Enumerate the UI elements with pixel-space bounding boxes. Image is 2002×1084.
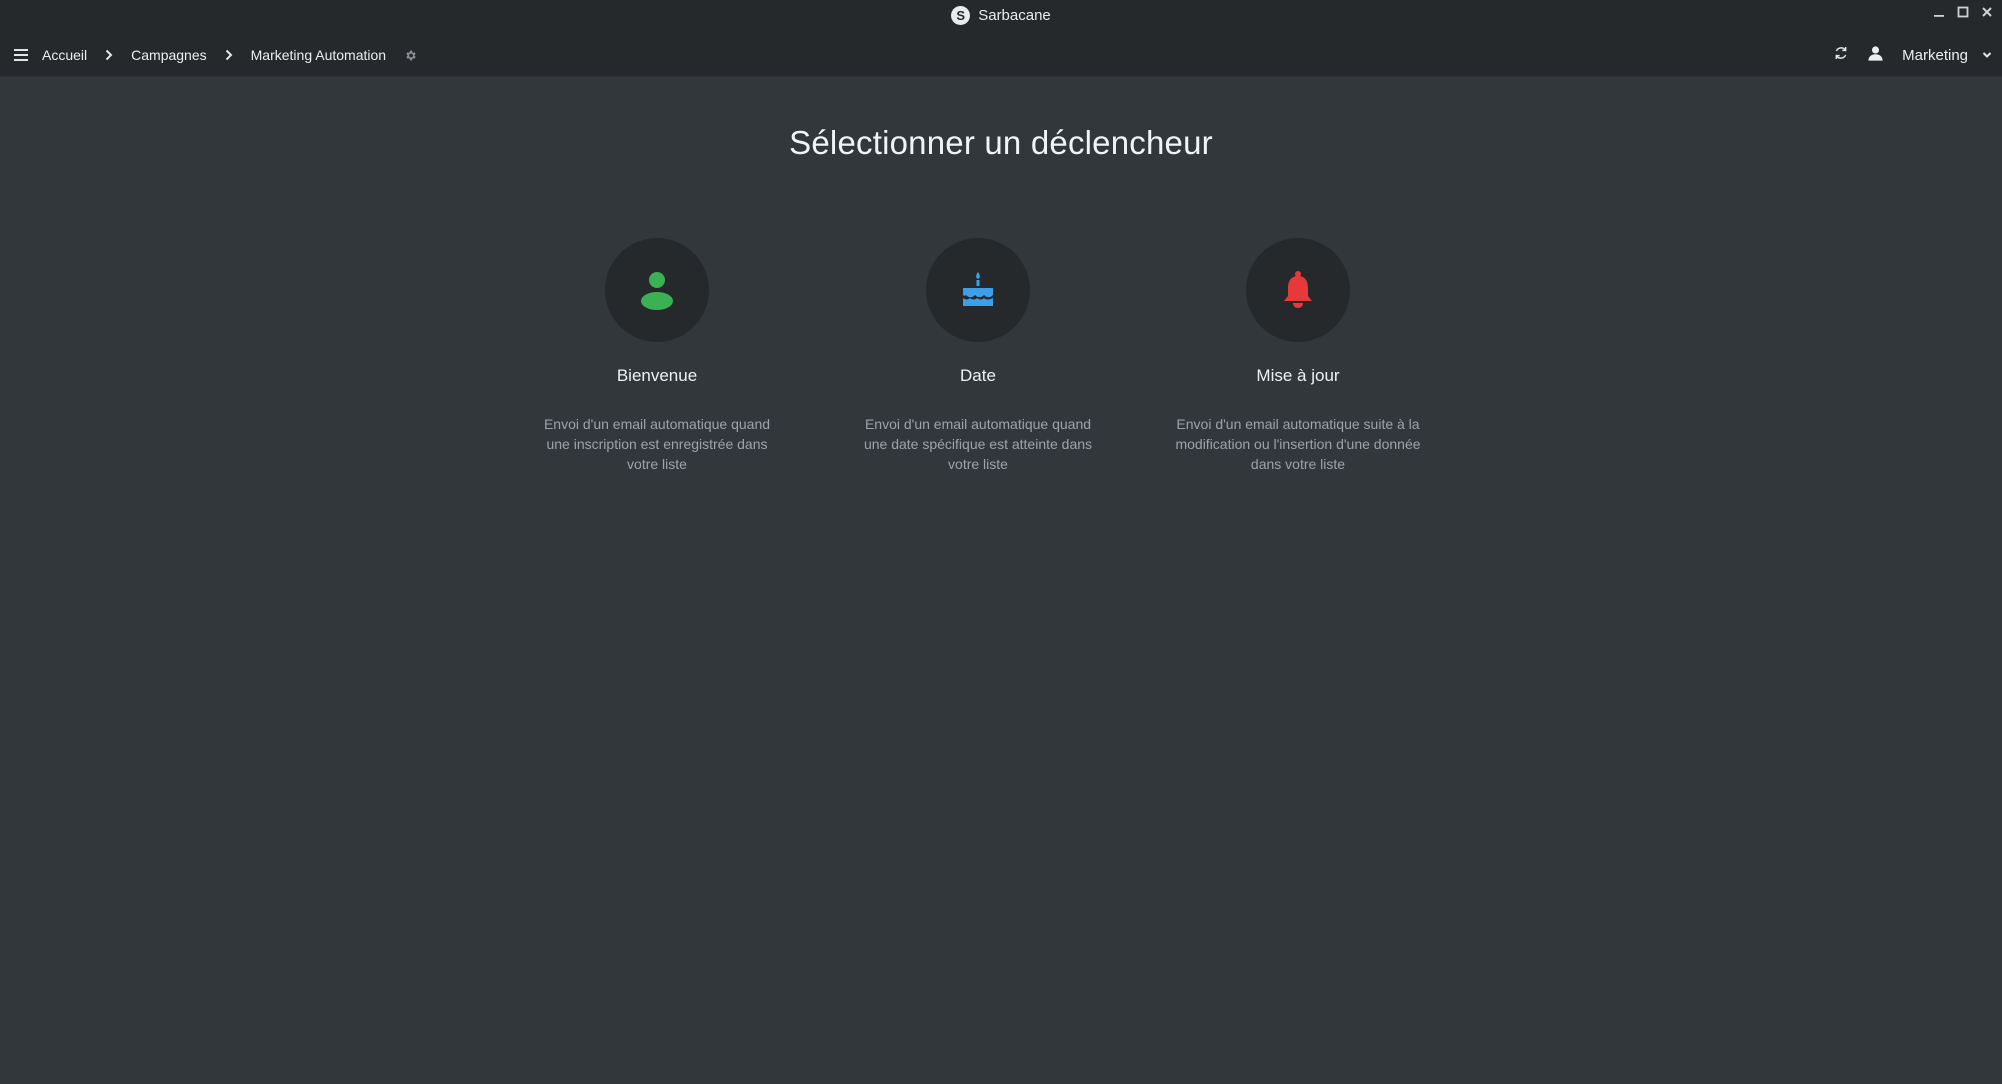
chevron-right-icon bbox=[105, 49, 113, 61]
minimize-icon bbox=[1934, 15, 1944, 17]
page-title: Sélectionner un déclencheur bbox=[789, 124, 1213, 161]
trigger-description: Envoi d'un email automatique suite à la … bbox=[1175, 416, 1421, 472]
gear-icon[interactable] bbox=[404, 49, 417, 62]
window-titlebar: S Sarbacane bbox=[0, 0, 2002, 34]
maximize-button[interactable] bbox=[1956, 4, 1970, 20]
trigger-description: Envoi d'un email automatique quand une d… bbox=[863, 416, 1093, 472]
chevron-down-icon bbox=[1982, 52, 1992, 58]
birthday-cake-icon bbox=[963, 272, 993, 306]
chevron-right-icon bbox=[225, 49, 233, 61]
user-icon bbox=[641, 272, 673, 310]
close-button[interactable] bbox=[1980, 4, 1994, 20]
trigger-bienvenue[interactable]: Bienvenue Envoi d'un email automatique q… bbox=[527, 238, 787, 474]
sarbacane-logo-icon: S bbox=[951, 6, 971, 25]
navigation-bar: Accueil Campagnes Marketing Automation M… bbox=[0, 34, 2002, 77]
breadcrumb-campagnes[interactable]: Campagnes bbox=[127, 47, 211, 63]
bell-icon bbox=[1284, 271, 1312, 308]
window-controls bbox=[1932, 4, 1994, 20]
trigger-name: Date bbox=[960, 366, 996, 385]
trigger-icon-circle bbox=[605, 238, 709, 342]
trigger-description: Envoi d'un email automatique quand une i… bbox=[543, 416, 771, 472]
breadcrumb-accueil[interactable]: Accueil bbox=[38, 47, 91, 63]
nav-actions: Marketing bbox=[1833, 34, 1992, 76]
app-title: S Sarbacane bbox=[0, 6, 2002, 25]
menu-icon[interactable] bbox=[14, 49, 28, 61]
app-title-text: Sarbacane bbox=[978, 7, 1051, 24]
trigger-icon-circle bbox=[926, 238, 1030, 342]
trigger-name: Mise à jour bbox=[1256, 366, 1340, 385]
breadcrumb: Accueil Campagnes Marketing Automation bbox=[14, 34, 417, 76]
user-account-icon[interactable] bbox=[1867, 45, 1884, 66]
close-icon bbox=[1982, 7, 1992, 17]
maximize-icon bbox=[1957, 6, 1969, 18]
minimize-button[interactable] bbox=[1932, 4, 1946, 20]
trigger-mise-a-jour[interactable]: Mise à jour Envoi d'un email automatique… bbox=[1168, 238, 1428, 474]
breadcrumb-marketing-automation[interactable]: Marketing Automation bbox=[247, 47, 390, 63]
trigger-name: Bienvenue bbox=[616, 366, 698, 385]
trigger-icon-circle bbox=[1246, 238, 1350, 342]
account-dropdown[interactable]: Marketing bbox=[1902, 47, 1992, 64]
trigger-list: Bienvenue Envoi d'un email automatique q… bbox=[0, 238, 2002, 498]
refresh-icon[interactable] bbox=[1833, 45, 1849, 65]
trigger-date[interactable]: Date Envoi d'un email automatique quand … bbox=[848, 238, 1108, 474]
account-label: Marketing bbox=[1902, 46, 1968, 64]
